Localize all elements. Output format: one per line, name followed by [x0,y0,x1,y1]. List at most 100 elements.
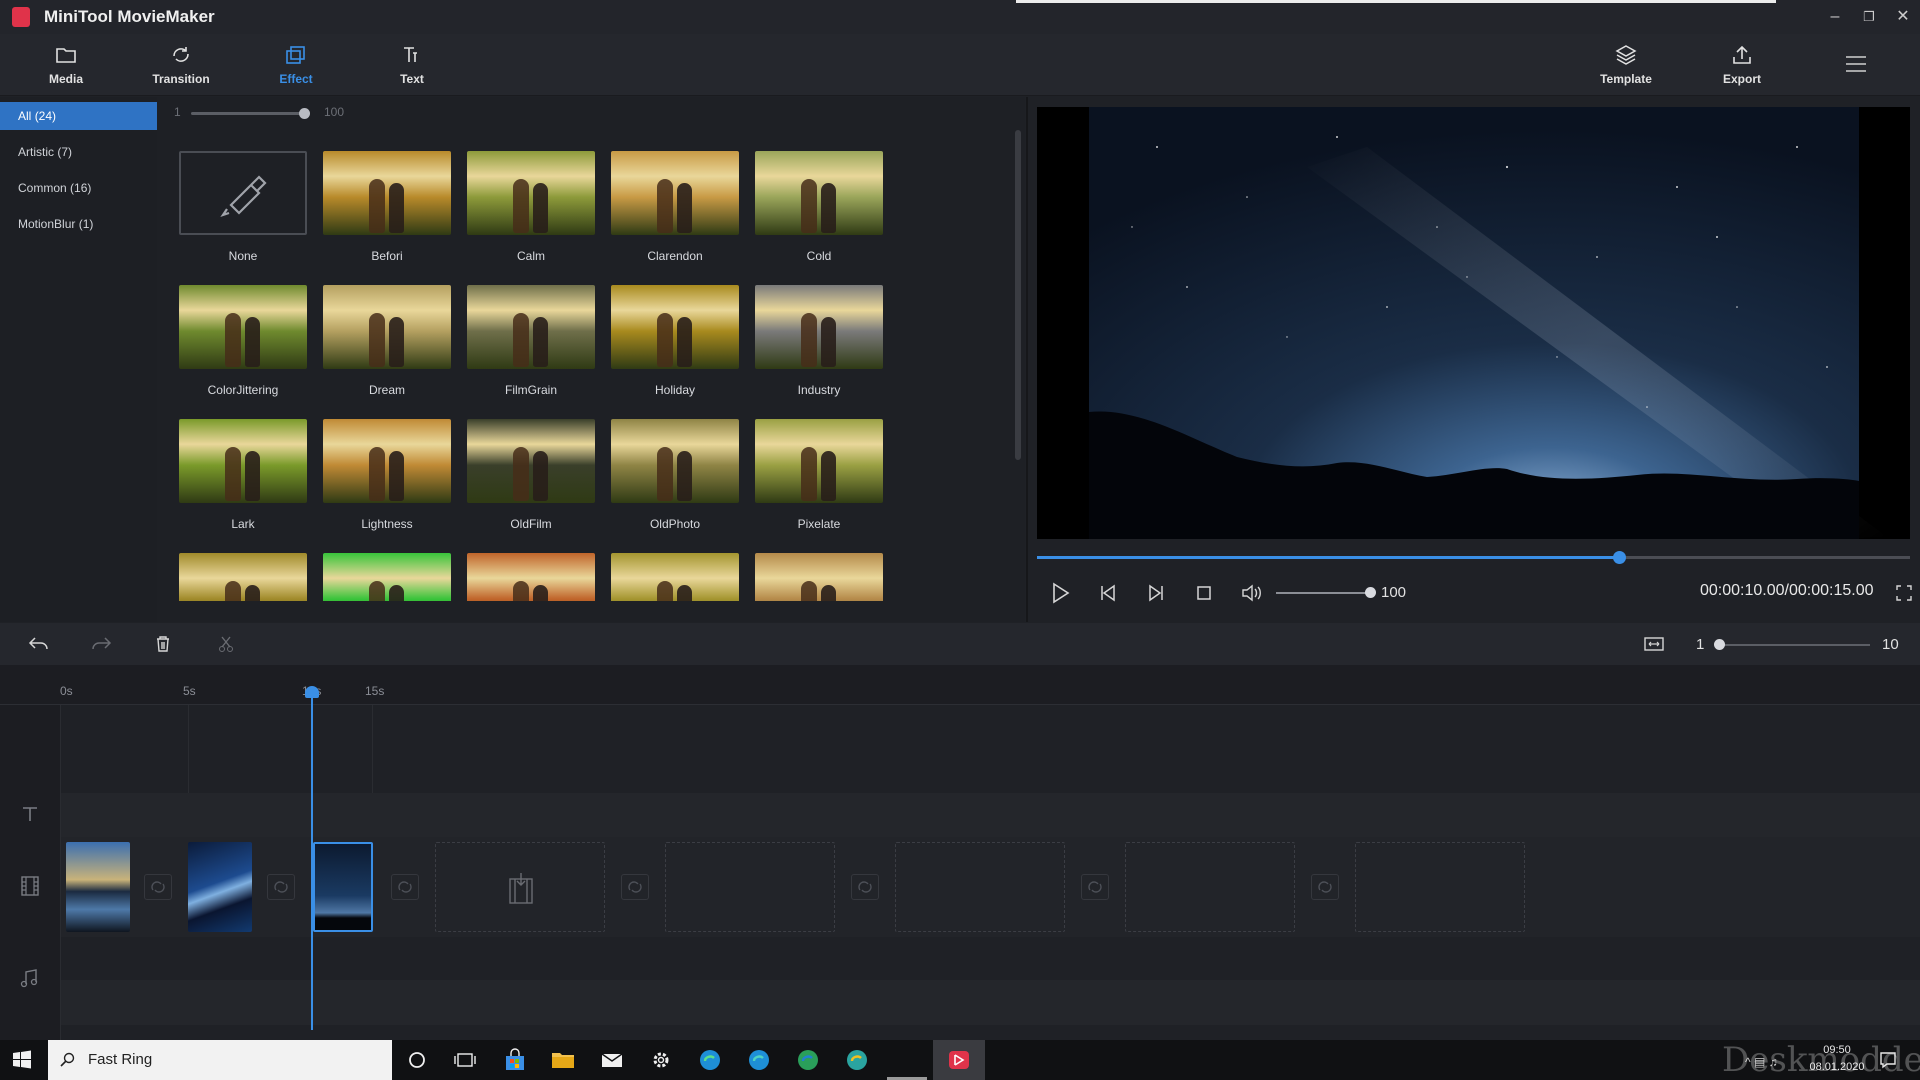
effect-name: Industry [797,383,841,397]
empty-clip-slot[interactable] [665,842,835,932]
cortana-button[interactable] [404,1048,430,1072]
timeline-toolbar: 1 10 [0,623,1920,665]
effect-card[interactable]: None [179,151,307,263]
effect-card[interactable]: OldPhoto [611,419,739,531]
settings-app-button[interactable] [648,1048,674,1072]
effect-card[interactable]: Lark [179,419,307,531]
toolbar-template-button[interactable]: Template [1576,34,1676,96]
toolbar-media-button[interactable]: Media [16,34,116,96]
fullscreen-button[interactable] [1896,585,1912,601]
moviemaker-taskbar-button[interactable] [933,1040,985,1080]
toolbar-transition-button[interactable]: Transition [131,34,231,96]
minimize-icon[interactable]: – [1820,6,1850,28]
transition-link-icon [1318,881,1332,893]
scissors-icon [219,636,233,652]
play-button[interactable] [1046,580,1074,606]
video-clip-sunset[interactable] [66,842,130,932]
couple-silhouette [223,441,263,501]
category-common[interactable]: Common (16) [0,174,157,202]
hamburger-menu-icon[interactable] [1844,54,1868,74]
split-button[interactable] [216,634,236,654]
effect-card[interactable]: Holiday [611,285,739,397]
transition-slot[interactable] [1081,874,1109,900]
edge-dev-button[interactable] [795,1048,821,1072]
effect-card[interactable]: Lightness [323,419,451,531]
toolbar-text-button[interactable]: Text [362,34,462,96]
effect-card[interactable]: ColorJittering [179,285,307,397]
effect-thumbnail [611,285,739,369]
transition-slot[interactable] [621,874,649,900]
zoom-slider-knob[interactable] [1714,639,1725,650]
edge-beta-button[interactable] [746,1048,772,1072]
windows-start-button[interactable] [12,1050,32,1070]
redo-button[interactable] [90,634,112,654]
empty-clip-slot[interactable] [435,842,605,932]
mail-envelope-icon [601,1053,623,1067]
transition-link-icon [628,881,642,893]
effect-card[interactable]: Calm [467,151,595,263]
effect-card[interactable]: Clarendon [611,151,739,263]
timeline-ruler[interactable] [0,665,1920,705]
category-artistic[interactable]: Artistic (7) [0,138,157,166]
delete-button[interactable] [153,634,173,654]
effect-card[interactable]: Befori [323,151,451,263]
couple-silhouette [367,575,407,601]
volume-button[interactable] [1238,580,1266,606]
effect-card[interactable] [179,553,307,601]
effects-scrollbar[interactable] [1015,130,1021,460]
stop-button[interactable] [1190,580,1218,606]
edge-canary-button[interactable] [844,1048,870,1072]
transition-slot[interactable] [391,874,419,900]
category-motionblur[interactable]: MotionBlur (1) [0,210,157,238]
transition-slot[interactable] [144,874,172,900]
effect-card[interactable] [755,553,883,601]
empty-clip-slot[interactable] [1355,842,1525,932]
task-view-button[interactable] [452,1048,478,1072]
category-count: (24) [34,109,57,123]
file-explorer-button[interactable] [550,1048,576,1072]
video-clip-comet[interactable] [188,842,252,932]
intensity-slider-track[interactable] [191,112,306,115]
effect-card[interactable]: OldFilm [467,419,595,531]
effect-card[interactable]: Dream [323,285,451,397]
volume-slider-track[interactable] [1276,592,1370,594]
category-label: MotionBlur [18,217,76,231]
transition-slot[interactable] [851,874,879,900]
audio-track-lane-upper[interactable] [61,937,1920,980]
effect-card[interactable] [467,553,595,601]
speaker-icon [1242,584,1261,602]
video-clip-night-sky-selected[interactable] [313,842,373,932]
effect-card[interactable]: FilmGrain [467,285,595,397]
intensity-slider-knob[interactable] [299,108,310,119]
playback-progress-bar[interactable] [1037,551,1910,564]
next-frame-button[interactable] [1142,580,1170,606]
transition-slot[interactable] [267,874,295,900]
effect-card[interactable]: Pixelate [755,419,883,531]
close-icon[interactable]: ✕ [1888,6,1918,28]
previous-frame-button[interactable] [1094,580,1122,606]
text-track-lane[interactable] [61,793,1920,837]
empty-clip-slot[interactable] [895,842,1065,932]
effect-card[interactable]: Industry [755,285,883,397]
zoom-slider-track[interactable] [1718,644,1870,646]
effect-thumbnail [755,553,883,601]
redo-icon [92,637,112,650]
effect-card[interactable]: Cold [755,151,883,263]
empty-clip-slot[interactable] [1125,842,1295,932]
store-app-button[interactable] [502,1048,528,1072]
toolbar-export-button[interactable]: Export [1692,34,1792,96]
toolbar-effect-button[interactable]: Effect [246,34,346,96]
restore-icon[interactable]: ❐ [1854,6,1884,28]
undo-button[interactable] [28,634,50,654]
volume-slider-knob[interactable] [1365,587,1376,598]
playhead-line[interactable] [311,690,313,1030]
fit-timeline-button[interactable] [1643,634,1665,654]
category-all[interactable]: All (24) [0,102,157,130]
transition-slot[interactable] [1311,874,1339,900]
mail-app-button[interactable] [599,1048,625,1072]
effect-card[interactable] [611,553,739,601]
audio-track-lane[interactable] [61,980,1920,1025]
taskbar-search-box[interactable]: Fast Ring [48,1040,392,1080]
edge-browser-button[interactable] [697,1048,723,1072]
effect-card[interactable] [323,553,451,601]
